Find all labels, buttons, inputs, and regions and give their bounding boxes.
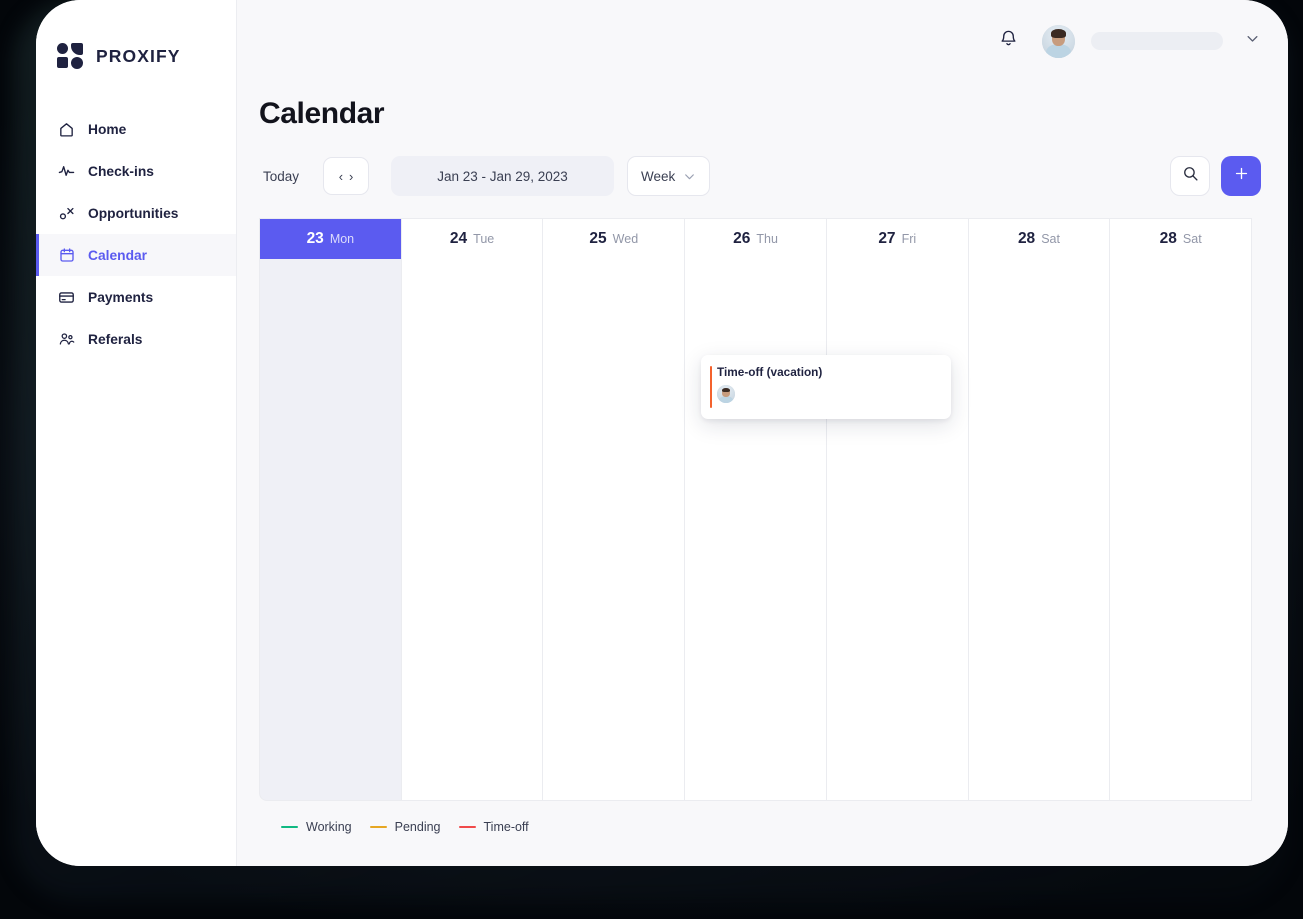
day-header-wed[interactable]: 25 Wed xyxy=(543,219,686,259)
add-event-button[interactable] xyxy=(1221,156,1261,196)
sidebar-item-label: Check-ins xyxy=(88,163,154,179)
day-number: 27 xyxy=(878,230,896,247)
calendar-legend: Working Pending Time-off xyxy=(281,820,1252,834)
day-header-thu[interactable]: 26 Thu xyxy=(685,219,827,259)
day-name: Sat xyxy=(1041,232,1060,246)
day-number: 26 xyxy=(733,230,751,247)
day-name: Sat xyxy=(1182,232,1202,246)
day-number: 28 xyxy=(1159,230,1177,247)
opportunities-icon xyxy=(58,205,75,222)
account-menu-button[interactable] xyxy=(1243,32,1261,50)
day-column-wed[interactable] xyxy=(543,259,686,801)
date-range-display[interactable]: Jan 23 - Jan 29, 2023 xyxy=(391,156,615,196)
day-number: 24 xyxy=(449,230,468,247)
card-icon xyxy=(58,289,75,306)
sidebar-item-check-ins[interactable]: Check-ins xyxy=(36,150,236,192)
view-select[interactable]: Week xyxy=(627,156,711,196)
chevron-down-icon xyxy=(1245,31,1260,51)
day-header-fri[interactable]: 27 Fri xyxy=(826,219,969,259)
legend-swatch xyxy=(458,825,476,829)
sidebar-item-label: Opportunities xyxy=(88,205,179,221)
search-button[interactable] xyxy=(1170,156,1210,196)
sidebar-item-opportunities[interactable]: Opportunities xyxy=(36,192,236,234)
legend-label: Pending xyxy=(394,820,441,834)
plus-icon xyxy=(1233,165,1250,187)
day-column-fri[interactable] xyxy=(826,259,969,801)
account-name xyxy=(1091,32,1223,50)
legend-item-working: Working xyxy=(281,820,352,834)
legend-item-pending: Pending xyxy=(369,820,441,834)
view-select-label: Week xyxy=(641,168,676,184)
day-number: 28 xyxy=(1017,230,1036,247)
day-number: 23 xyxy=(306,230,324,247)
today-button[interactable]: Today xyxy=(259,163,303,190)
notifications-button[interactable] xyxy=(993,26,1023,56)
brand-logo[interactable]: PROXIFY xyxy=(36,0,236,80)
chevron-down-icon xyxy=(683,170,696,183)
day-column-thu[interactable] xyxy=(685,259,827,801)
legend-item-time-off: Time-off xyxy=(458,820,529,834)
sidebar-item-label: Home xyxy=(88,121,127,137)
sidebar-item-home[interactable]: Home xyxy=(36,108,236,150)
calendar-icon xyxy=(58,247,75,264)
app-window: PROXIFY Home Check-ins Opportunities Cal… xyxy=(36,0,1288,866)
day-name: Mon xyxy=(329,232,355,246)
sidebar-item-payments[interactable]: Payments xyxy=(36,276,236,318)
avatar[interactable] xyxy=(1042,24,1075,58)
calendar-day-headers: 23 Mon 24 Tue 25 Wed 26 Thu 27 Fri 28 Sa… xyxy=(259,218,1253,259)
day-header-tue[interactable]: 24 Tue xyxy=(401,219,544,259)
proxify-logo-icon xyxy=(57,43,85,69)
day-column-sat[interactable] xyxy=(968,259,1111,801)
page-title: Calendar xyxy=(259,97,385,130)
pulse-icon xyxy=(58,163,75,180)
bell-icon xyxy=(999,29,1018,53)
day-header-mon[interactable]: 23 Mon xyxy=(259,219,402,259)
chevron-right-icon[interactable]: › xyxy=(349,170,353,183)
calendar-grid: 23 Mon 24 Tue 25 Wed 26 Thu 27 Fri 28 Sa… xyxy=(259,218,1253,834)
day-name: Tue xyxy=(473,232,495,246)
day-name: Fri xyxy=(901,232,917,246)
legend-label: Time-off xyxy=(483,820,529,834)
legend-swatch xyxy=(281,825,298,829)
sidebar-item-referals[interactable]: Referals xyxy=(36,318,236,360)
day-number: 25 xyxy=(589,230,607,247)
date-nav-arrows[interactable]: ‹ › xyxy=(323,157,370,195)
day-column-tue[interactable] xyxy=(401,259,544,801)
user-avatar xyxy=(1042,24,1075,58)
sidebar-item-calendar[interactable]: Calendar xyxy=(36,234,236,276)
attendee-avatar xyxy=(717,385,735,403)
legend-label: Working xyxy=(306,820,352,834)
sidebar-item-label: Calendar xyxy=(88,247,148,263)
day-name: Thu xyxy=(756,232,778,246)
event-card-time-off[interactable]: Time-off (vacation) xyxy=(701,355,951,419)
main-content: Calendar Today ‹ › Jan 23 - Jan 29, 2023… xyxy=(237,0,1288,866)
legend-swatch xyxy=(369,825,387,829)
search-icon xyxy=(1182,165,1199,187)
topbar xyxy=(237,0,1288,82)
sidebar-item-label: Payments xyxy=(88,289,154,305)
day-name: Wed xyxy=(612,232,639,246)
day-column-sun[interactable] xyxy=(1110,259,1253,801)
sidebar-nav: Home Check-ins Opportunities Calendar Pa… xyxy=(36,108,236,360)
calendar-toolbar: Today ‹ › Jan 23 - Jan 29, 2023 Week xyxy=(237,131,1288,196)
sidebar-item-label: Referals xyxy=(88,331,143,347)
event-title: Time-off (vacation) xyxy=(717,365,823,379)
home-icon xyxy=(58,121,75,138)
calendar-columns: Time-off (vacation) xyxy=(259,259,1253,801)
people-icon xyxy=(58,331,75,348)
screenshot-stage: PROXIFY Home Check-ins Opportunities Cal… xyxy=(0,0,1303,919)
day-column-mon[interactable] xyxy=(259,259,402,801)
brand-name: PROXIFY xyxy=(96,45,181,66)
day-header-sun[interactable]: 28 Sat xyxy=(1110,219,1253,259)
sidebar: PROXIFY Home Check-ins Opportunities Cal… xyxy=(36,0,237,866)
chevron-left-icon[interactable]: ‹ xyxy=(339,170,343,183)
day-header-sat[interactable]: 28 Sat xyxy=(968,219,1111,259)
